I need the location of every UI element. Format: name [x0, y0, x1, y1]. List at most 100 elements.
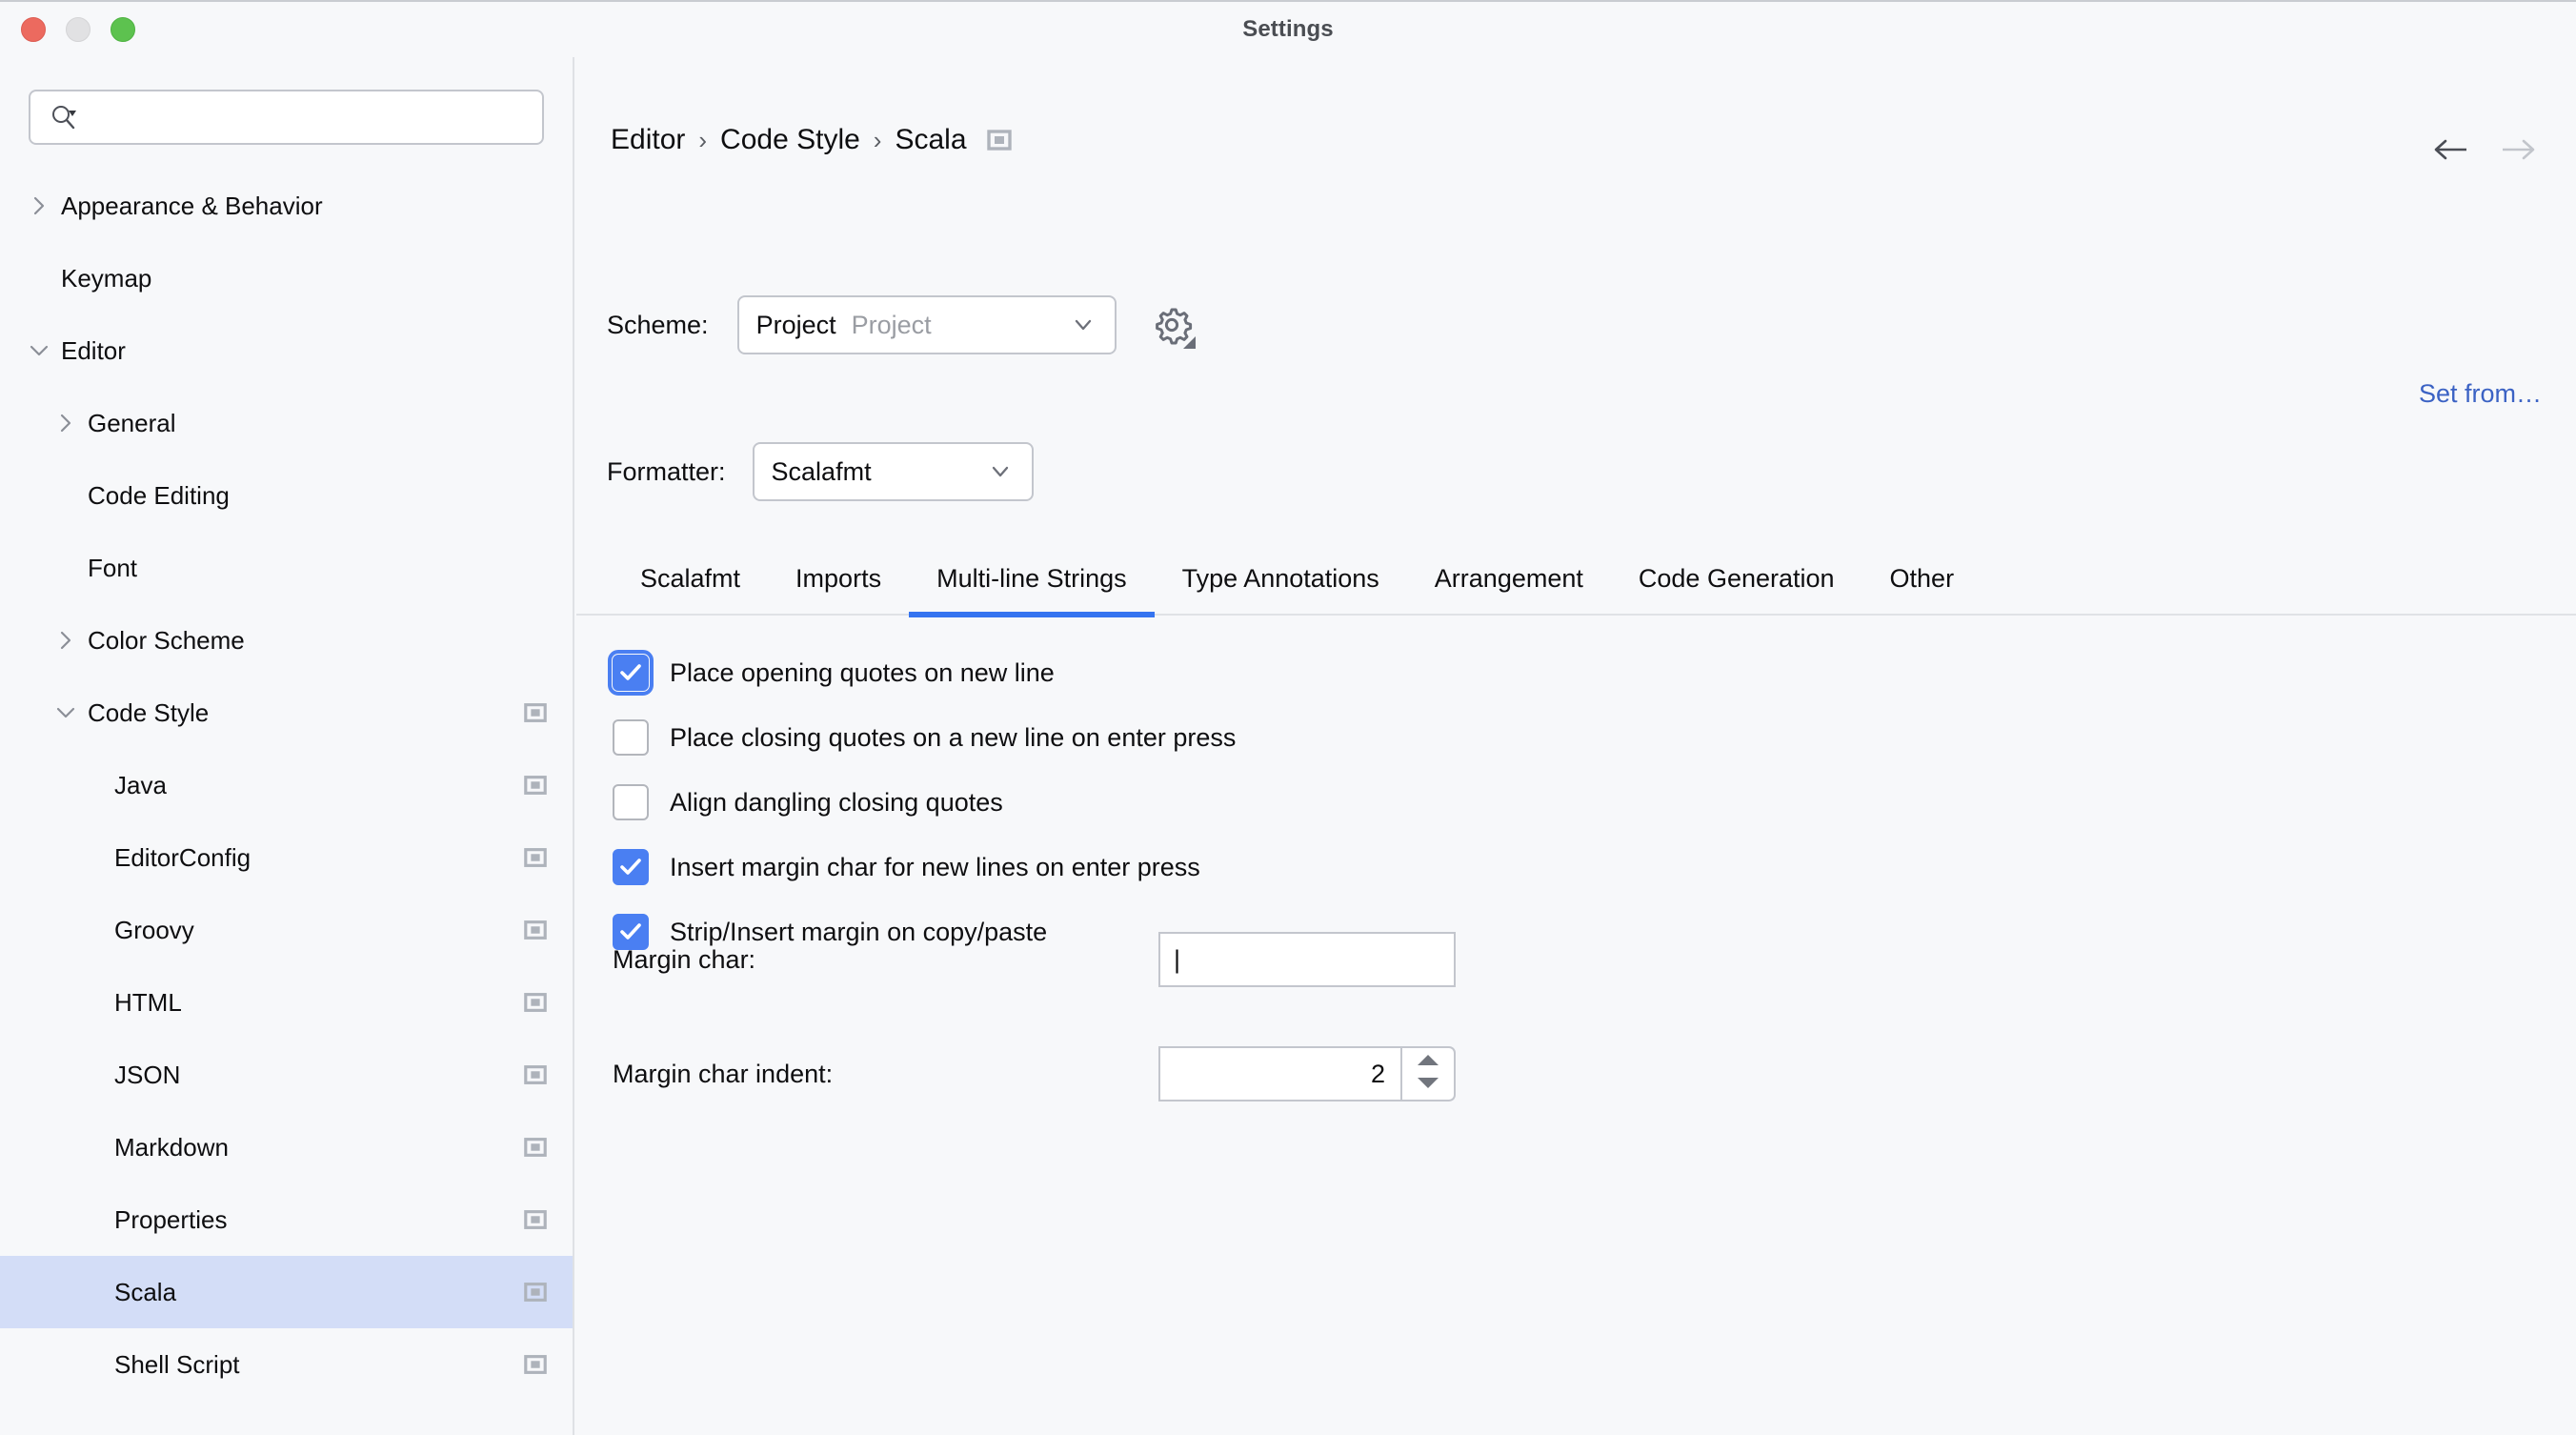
sidebar-item-label: Keymap [61, 264, 151, 293]
option-label: Place opening quotes on new line [670, 658, 1055, 688]
tab-imports[interactable]: Imports [768, 541, 909, 616]
project-scope-icon [523, 1135, 548, 1160]
checkbox-checked-icon[interactable] [613, 849, 649, 885]
sidebar-item-properties[interactable]: Properties [0, 1183, 573, 1256]
stepper-buttons[interactable] [1400, 1046, 1456, 1102]
margin-char-indent-row: Margin char indent: 2 [613, 1046, 1470, 1102]
sidebar-item-label: Appearance & Behavior [61, 192, 323, 221]
gear-icon[interactable] [1145, 298, 1198, 352]
sidebar-item-label: HTML [114, 988, 182, 1018]
tab-code-generation[interactable]: Code Generation [1611, 541, 1862, 616]
chevron-right-icon[interactable] [23, 190, 55, 222]
title-bar: Settings [0, 2, 2576, 57]
settings-tabs: ScalafmtImportsMulti-line StringsType An… [576, 541, 2576, 616]
tab-scalafmt[interactable]: Scalafmt [613, 541, 768, 616]
margin-char-row: Margin char: | [613, 932, 1470, 987]
margin-char-indent-input[interactable]: 2 [1158, 1046, 1400, 1102]
option-label: Place closing quotes on a new line on en… [670, 723, 1236, 753]
breadcrumb-item-code-style[interactable]: Code Style [720, 124, 860, 156]
sidebar-item-groovy[interactable]: Groovy [0, 894, 573, 966]
tab-arrangement[interactable]: Arrangement [1407, 541, 1611, 616]
formatter-dropdown[interactable]: Scalafmt [753, 442, 1034, 501]
option-row[interactable]: Place opening quotes on new line [613, 640, 1236, 705]
stepper-up-icon[interactable] [1416, 1053, 1440, 1072]
scheme-dropdown[interactable]: Project Project [737, 295, 1117, 354]
chevron-right-icon[interactable] [50, 407, 82, 439]
search-container [0, 57, 573, 145]
chevron-down-icon[interactable] [50, 697, 82, 729]
scheme-value: Project [756, 311, 836, 340]
checkbox-checked-icon[interactable] [613, 655, 649, 691]
margin-char-indent-stepper[interactable]: 2 [1158, 1046, 1456, 1102]
navigation-arrows [2429, 128, 2540, 172]
project-scope-icon [523, 1207, 548, 1232]
breadcrumb: Editor › Code Style › Scala [611, 124, 1013, 156]
close-button[interactable] [21, 17, 46, 42]
project-scope-icon [523, 1352, 548, 1377]
chevron-down-icon [1069, 311, 1097, 339]
sidebar-item-keymap[interactable]: Keymap [0, 242, 573, 314]
sidebar-item-label: JSON [114, 1061, 180, 1090]
tab-other[interactable]: Other [1862, 541, 1982, 616]
options-list: Place opening quotes on new line Place cl… [613, 640, 1236, 964]
margin-char-indent-label: Margin char indent: [613, 1060, 833, 1089]
sidebar-item-editor[interactable]: Editor [0, 314, 573, 387]
sidebar-item-editorconfig[interactable]: EditorConfig [0, 821, 573, 894]
search-input[interactable] [90, 104, 523, 131]
sidebar-item-color-scheme[interactable]: Color Scheme [0, 604, 573, 677]
checkbox-unchecked-icon[interactable] [613, 719, 649, 756]
sidebar-item-java[interactable]: Java [0, 749, 573, 821]
option-row[interactable]: Place closing quotes on a new line on en… [613, 705, 1236, 770]
sidebar-item-appearance-behavior[interactable]: Appearance & Behavior [0, 170, 573, 242]
checkbox-unchecked-icon[interactable] [613, 784, 649, 820]
sidebar-item-scala[interactable]: Scala [0, 1256, 573, 1328]
sidebar-item-label: Color Scheme [88, 626, 245, 656]
sidebar-item-code-style[interactable]: Code Style [0, 677, 573, 749]
set-from-link[interactable]: Set from… [2419, 379, 2542, 409]
scheme-row: Scheme: Project Project [607, 295, 1198, 354]
project-scope-icon [523, 1062, 548, 1087]
sidebar-item-font[interactable]: Font [0, 532, 573, 604]
stepper-down-icon[interactable] [1416, 1076, 1440, 1095]
zoom-button[interactable] [111, 17, 135, 42]
arrow-right-icon[interactable] [2496, 128, 2540, 172]
formatter-value: Scalafmt [772, 457, 872, 487]
option-row[interactable]: Align dangling closing quotes [613, 770, 1236, 835]
traffic-lights [21, 17, 135, 42]
window-title: Settings [1242, 16, 1333, 43]
option-label: Align dangling closing quotes [670, 788, 1003, 818]
minimize-button[interactable] [66, 17, 91, 42]
chevron-right-icon[interactable] [50, 624, 82, 657]
breadcrumb-item-scala[interactable]: Scala [895, 124, 966, 156]
sidebar-item-label: Properties [114, 1205, 228, 1235]
project-scope-icon [523, 918, 548, 942]
tab-multi-line-strings[interactable]: Multi-line Strings [909, 541, 1155, 616]
option-row[interactable]: Insert margin char for new lines on ente… [613, 835, 1236, 899]
sidebar-item-label: Groovy [114, 916, 194, 945]
project-scope-icon [523, 773, 548, 798]
sidebar-item-label: General [88, 409, 176, 438]
settings-sidebar: Appearance & Behavior Keymap Editor General… [0, 57, 574, 1435]
sidebar-item-shell-script[interactable]: Shell Script [0, 1328, 573, 1401]
project-scope-icon [523, 990, 548, 1015]
sidebar-item-general[interactable]: General [0, 387, 573, 459]
chevron-down-icon [986, 457, 1015, 486]
sidebar-item-label: Code Style [88, 698, 209, 728]
sidebar-item-label: Java [114, 771, 167, 800]
project-scope-icon [523, 845, 548, 870]
settings-tree: Appearance & Behavior Keymap Editor General… [0, 170, 573, 1401]
breadcrumb-item-editor[interactable]: Editor [611, 124, 685, 156]
breadcrumb-separator-1: › [698, 126, 707, 155]
margin-char-input[interactable]: | [1158, 932, 1456, 987]
arrow-left-icon[interactable] [2429, 128, 2473, 172]
scheme-secondary: Project [852, 311, 932, 340]
sidebar-item-markdown[interactable]: Markdown [0, 1111, 573, 1183]
sidebar-item-code-editing[interactable]: Code Editing [0, 459, 573, 532]
project-scope-icon [523, 700, 548, 725]
scheme-label: Scheme: [607, 311, 709, 340]
chevron-down-icon[interactable] [23, 334, 55, 367]
search-box[interactable] [29, 90, 544, 145]
sidebar-item-json[interactable]: JSON [0, 1039, 573, 1111]
tab-type-annotations[interactable]: Type Annotations [1155, 541, 1407, 616]
sidebar-item-html[interactable]: HTML [0, 966, 573, 1039]
